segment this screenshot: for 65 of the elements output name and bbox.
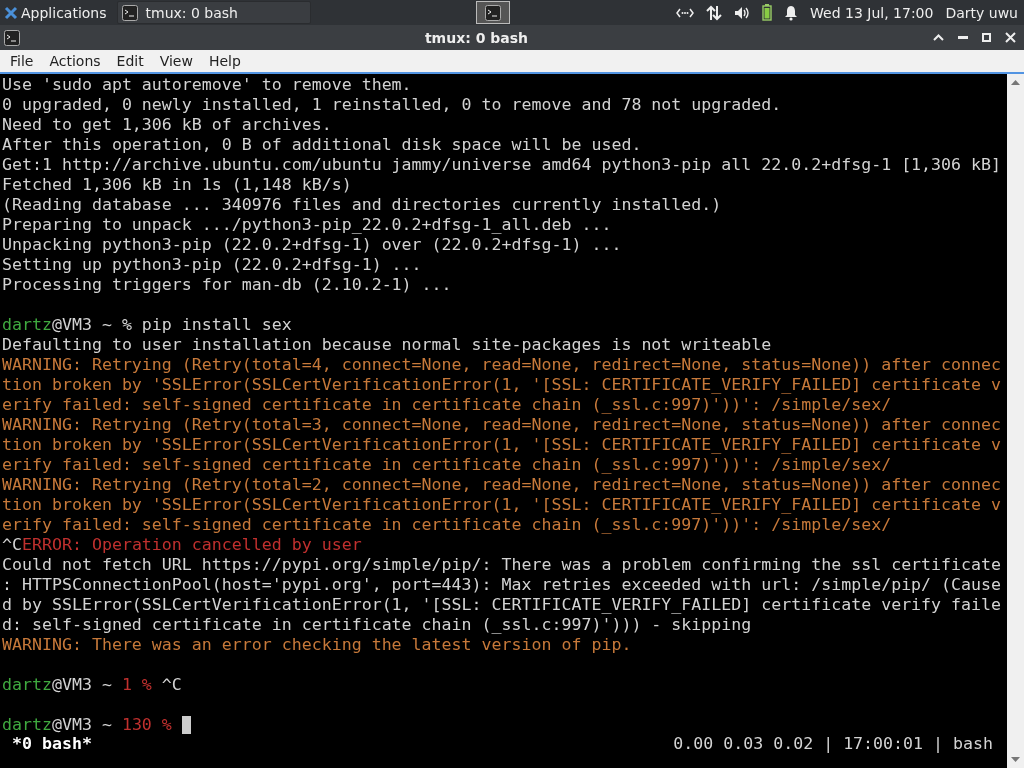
warning-text: WARNING: Retrying (Retry(total=4, connect=None, read=None, redirect=None, status=None)) after connec: [2, 355, 1002, 375]
terminal-text: @VM3 ~: [51, 715, 113, 735]
terminal-text: Get:1 http://archive.ubuntu.com/ubuntu jammy/universe amd64 python3-pip all 22.0.2+dfsg-1 [1,306 kB]: [2, 155, 1002, 175]
maximize-icon[interactable]: [982, 33, 991, 42]
applications-menu[interactable]: Applications: [0, 4, 111, 21]
menu-item[interactable]: Actions: [41, 53, 109, 69]
terminal-text: Setting up python3-pip (22.0.2+dfsg-1) ...: [2, 255, 422, 275]
terminal-icon: [121, 4, 138, 21]
warning-text: erify failed: self-signed certificate in certificate chain (_ssl.c:997)'))': /simple/sex/: [2, 515, 892, 535]
terminal-text: Use 'sudo apt autoremove' to remove them.: [2, 75, 412, 95]
prompt-user: dartz: [2, 675, 52, 695]
warning-text: WARNING: Retrying (Retry(total=2, connect=None, read=None, redirect=None, status=None)) after connec: [2, 475, 1002, 495]
scroll-down-icon[interactable]: [1011, 757, 1020, 762]
network-icon[interactable]: [676, 7, 695, 18]
error-text: ERROR: Operation cancelled by user: [22, 535, 362, 555]
terminal-text: : HTTPSConnectionPool(host='pypi.org', port=443): Max retries exceeded with url: /simple/pip/ (Cause: [2, 575, 1002, 595]
terminal-text: 0 upgraded, 0 newly installed, 1 reinstalled, 0 to remove and 78 not upgraded.: [2, 95, 782, 115]
menu-item[interactable]: Help: [200, 53, 249, 69]
scrollbar[interactable]: [1007, 74, 1024, 768]
shade-icon[interactable]: [933, 34, 944, 41]
clock[interactable]: Wed 13 Jul, 17:00: [810, 4, 934, 21]
prompt-user: dartz: [2, 315, 52, 335]
terminal-text: Fetched 1,306 kB in 1s (1,148 kB/s): [2, 175, 352, 195]
workspace-button[interactable]: [476, 1, 511, 24]
terminal-text: Defaulting to user installation because normal site-packages is not writeable: [2, 335, 772, 355]
volume-icon[interactable]: [734, 5, 751, 20]
terminal-text: Preparing to unpack .../python3-pip_22.0.2+dfsg-1_all.deb ...: [2, 215, 612, 235]
menu-item[interactable]: View: [151, 53, 201, 69]
menu-item[interactable]: File: [2, 53, 42, 69]
bell-icon[interactable]: [784, 4, 799, 21]
terminal-text: @VM3 ~ % pip install sex: [51, 315, 292, 335]
warning-text: tion broken by 'SSLError(SSLCertVerificationError(1, '[SSL: CERTIFICATE_VERIFY_FAILED] certificate v: [2, 435, 1002, 455]
terminal-text: ^C: [2, 535, 22, 555]
warning-text: erify failed: self-signed certificate in certificate chain (_ssl.c:997)'))': /simple/sex/: [2, 455, 892, 475]
prompt-user: dartz: [2, 715, 52, 735]
warning-text: tion broken by 'SSLError(SSLCertVerificationError(1, '[SSL: CERTIFICATE_VERIFY_FAILED] certificate v: [2, 495, 1002, 515]
taskbar-button[interactable]: tmux: 0 bash: [116, 1, 311, 24]
tmux-status-text: 0.00 0.03 0.02 | 17:00:01 | bash: [673, 734, 993, 754]
scroll-up-icon[interactable]: [1011, 80, 1020, 85]
battery-icon[interactable]: [762, 4, 773, 21]
warning-text: WARNING: There was an error checking the latest version of pip.: [2, 635, 632, 655]
window-title: tmux: 0 bash: [423, 29, 530, 46]
terminal-icon: [485, 4, 502, 21]
terminal-text: Unpacking python3-pip (22.0.2+dfsg-1) over (22.0.2+dfsg-1) ...: [2, 235, 622, 255]
close-icon[interactable]: [1005, 32, 1016, 43]
warning-text: WARNING: Retrying (Retry(total=3, connect=None, read=None, redirect=None, status=None)) after connec: [2, 415, 1002, 435]
warning-text: tion broken by 'SSLError(SSLCertVerificationError(1, '[SSL: CERTIFICATE_VERIFY_FAILED] certificate v: [2, 375, 1002, 395]
terminal-text: d: self-signed certificate in certificate chain (_ssl.c:997)'))) - skipping: [2, 615, 752, 635]
transfer-arrows-icon[interactable]: [706, 4, 723, 21]
terminal-text: Could not fetch URL https://pypi.org/simple/pip/: There was a problem confirming the ssl certificate: [2, 555, 1002, 575]
terminal-text: d by SSLError(SSLCertVerificationError(1, '[SSL: CERTIFICATE_VERIFY_FAILED] certificate verify faile: [2, 595, 1002, 615]
error-text: 130 %: [121, 715, 172, 735]
terminal-icon: [4, 29, 20, 46]
error-text: 1 %: [121, 675, 152, 695]
menu-item[interactable]: Edit: [108, 53, 152, 69]
user-name[interactable]: Darty uwu: [945, 4, 1018, 21]
terminal-text: ^C: [160, 675, 182, 695]
tmux-window-label: *0 bash*: [11, 734, 92, 754]
x-logo-icon: [4, 5, 18, 20]
terminal-text: After this operation, 0 B of additional disk space will be used.: [2, 135, 642, 155]
terminal-text: Processing triggers for man-db (2.10.2-1) ...: [2, 275, 452, 295]
terminal-text: Need to get 1,306 kB of archives.: [2, 115, 332, 135]
warning-text: erify failed: self-signed certificate in certificate chain (_ssl.c:997)'))': /simple/sex/: [2, 395, 892, 415]
terminal-text: @VM3 ~: [51, 675, 113, 695]
terminal-text: (Reading database ... 340976 files and directories currently installed.): [2, 195, 722, 215]
